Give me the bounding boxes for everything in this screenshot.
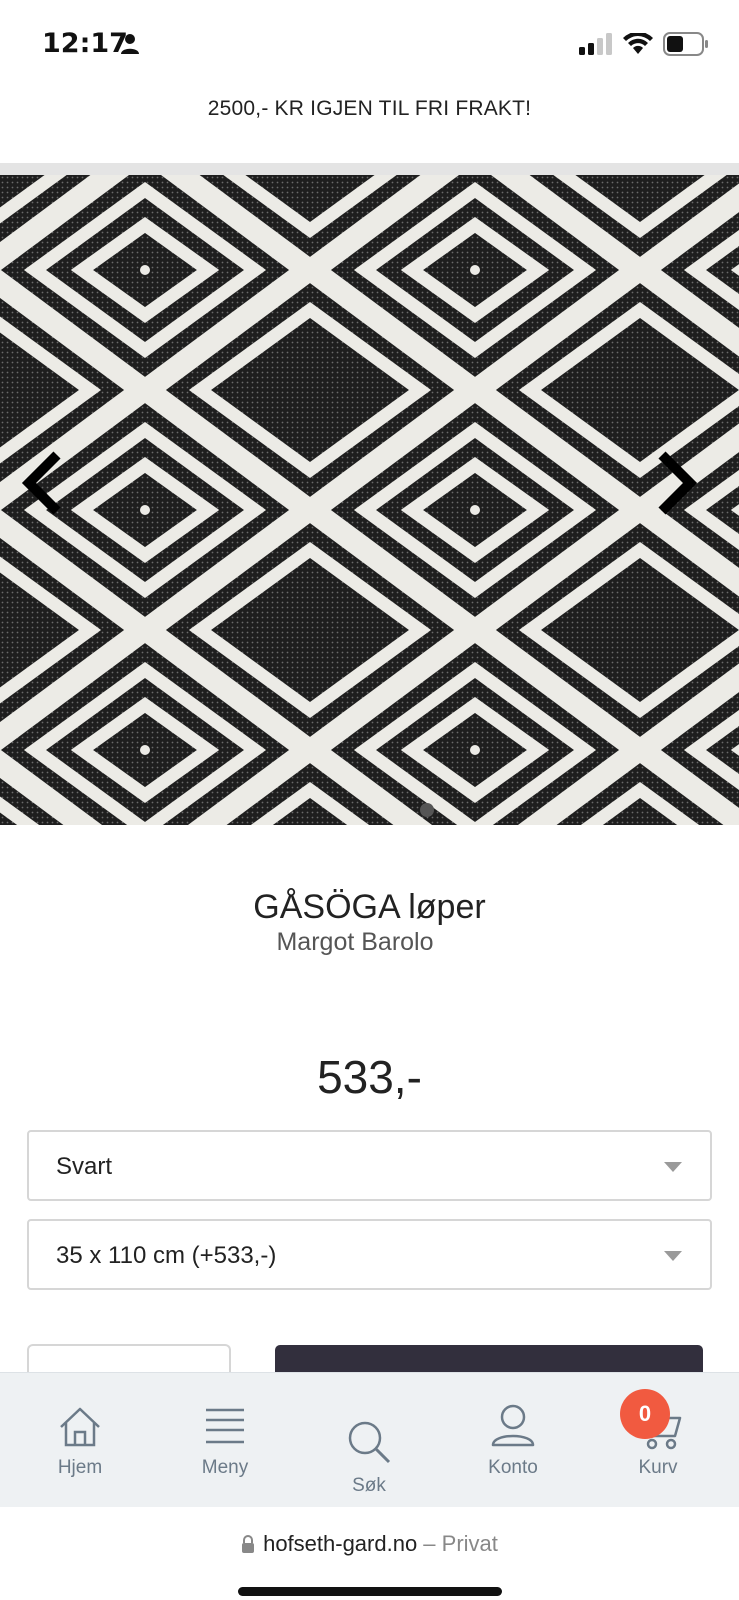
cellular-signal-icon: [579, 33, 613, 60]
chevron-left-icon: [21, 450, 63, 520]
caret-down-icon: [664, 1162, 682, 1172]
bottom-navigation: Hjem Meny Søk Konto Kurv 0: [0, 1372, 739, 1507]
color-select[interactable]: Svart: [27, 1130, 712, 1201]
size-select-value: 35 x 110 cm (+533,-): [56, 1242, 277, 1269]
battery-icon: [663, 32, 709, 61]
divider: [0, 163, 739, 175]
url-display[interactable]: hofseth-gard.no – Privat: [0, 1531, 739, 1559]
menu-icon: [165, 1406, 285, 1446]
product-image-carousel[interactable]: [0, 175, 739, 825]
status-time: 12:17: [42, 28, 128, 59]
product-price: 533,-: [317, 1051, 422, 1103]
carousel-prev-button[interactable]: [12, 445, 72, 525]
private-mode-label: Privat: [441, 1531, 498, 1556]
nav-search-label: Søk: [352, 1475, 386, 1496]
search-icon: [309, 1419, 429, 1465]
size-select[interactable]: 35 x 110 cm (+533,-): [27, 1219, 712, 1290]
status-bar: 12:17: [0, 0, 739, 90]
person-icon: [120, 33, 140, 60]
color-select-value: Svart: [56, 1153, 113, 1180]
browser-url-bar[interactable]: hofseth-gard.no – Privat: [0, 1507, 739, 1600]
carousel-next-button[interactable]: [647, 445, 707, 525]
url-domain: hofseth-gard.no: [263, 1531, 418, 1556]
free-shipping-banner: 2500,- KR IGJEN TIL FRI FRAKT!: [207, 97, 532, 120]
nav-cart-label: Kurv: [638, 1457, 678, 1478]
status-indicators: [579, 31, 709, 61]
url-separator: –: [417, 1531, 442, 1556]
home-icon: [20, 1406, 140, 1448]
chevron-right-icon: [656, 450, 698, 520]
account-icon: [453, 1403, 573, 1449]
product-image: [0, 175, 739, 825]
nav-home-label: Hjem: [57, 1457, 103, 1478]
product-brand[interactable]: Margot Barolo: [0, 928, 710, 957]
nav-menu-label: Meny: [201, 1457, 249, 1478]
cart-count-badge: 0: [620, 1389, 670, 1439]
wifi-icon: [623, 31, 653, 60]
nav-account-label: Konto: [488, 1457, 538, 1478]
caret-down-icon: [664, 1251, 682, 1261]
lock-icon: [241, 1533, 255, 1559]
product-title: GÅSÖGA løper: [253, 888, 486, 926]
carousel-dot-indicator[interactable]: [420, 803, 434, 817]
home-indicator[interactable]: [238, 1587, 502, 1596]
